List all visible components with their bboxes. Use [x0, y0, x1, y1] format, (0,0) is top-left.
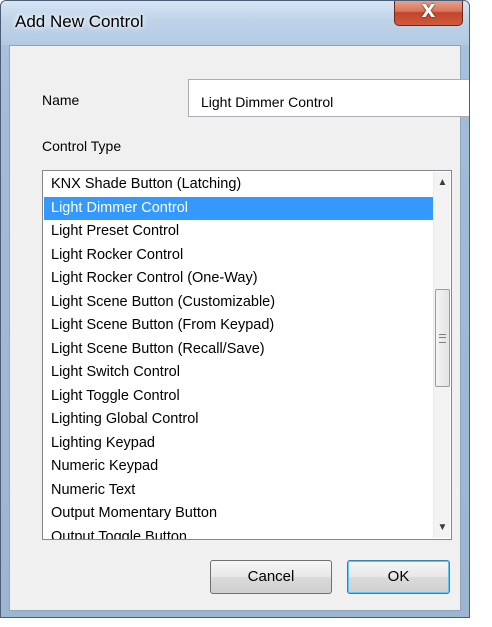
add-new-control-dialog: Add New Control X Name Control Type KNX … [0, 0, 470, 618]
list-item[interactable]: Light Rocker Control [44, 244, 442, 268]
vertical-scrollbar[interactable]: ▲ ▼ [433, 172, 450, 538]
dialog-body: Name Control Type KNX Shade Button (Latc… [9, 45, 469, 611]
list-item[interactable]: Lighting Keypad [44, 432, 442, 456]
list-item[interactable]: Output Momentary Button [44, 502, 442, 526]
title-bar: Add New Control X [1, 1, 469, 45]
grip-icon [439, 334, 446, 343]
close-icon: X [421, 1, 436, 22]
name-input[interactable] [188, 79, 469, 117]
scroll-up-arrow-icon[interactable]: ▲ [434, 174, 451, 191]
list-item[interactable]: KNX Shade Button (Latching) [44, 173, 442, 197]
dialog-title: Add New Control [15, 12, 144, 31]
close-button[interactable]: X [394, 1, 463, 26]
scroll-down-arrow-icon[interactable]: ▼ [434, 519, 451, 536]
list-item[interactable]: Numeric Keypad [44, 455, 442, 479]
list-item[interactable]: Light Scene Button (Customizable) [44, 291, 442, 315]
list-item[interactable]: Light Rocker Control (One-Way) [44, 267, 442, 291]
list-item[interactable]: Light Toggle Control [44, 385, 442, 409]
list-item[interactable]: Numeric Text [44, 479, 442, 503]
control-type-list: KNX Shade Button (Latching) Light Dimmer … [44, 173, 442, 540]
list-item[interactable]: Lighting Global Control [44, 408, 442, 432]
list-item[interactable]: Light Scene Button (From Keypad) [44, 314, 442, 338]
cancel-button[interactable]: Cancel [210, 560, 332, 594]
scroll-thumb[interactable] [435, 289, 450, 387]
list-item[interactable]: Light Preset Control [44, 220, 442, 244]
ok-button[interactable]: OK [347, 560, 450, 594]
desktop-backdrop [470, 0, 492, 627]
name-label: Name [42, 92, 80, 108]
control-type-listbox[interactable]: KNX Shade Button (Latching) Light Dimmer … [42, 170, 452, 540]
control-type-label: Control Type [42, 138, 122, 154]
list-item[interactable]: Output Toggle Button [44, 526, 442, 540]
list-item[interactable]: Light Scene Button (Recall/Save) [44, 338, 442, 362]
list-item[interactable]: Light Dimmer Control [44, 196, 442, 220]
list-item[interactable]: Light Switch Control [44, 361, 442, 385]
